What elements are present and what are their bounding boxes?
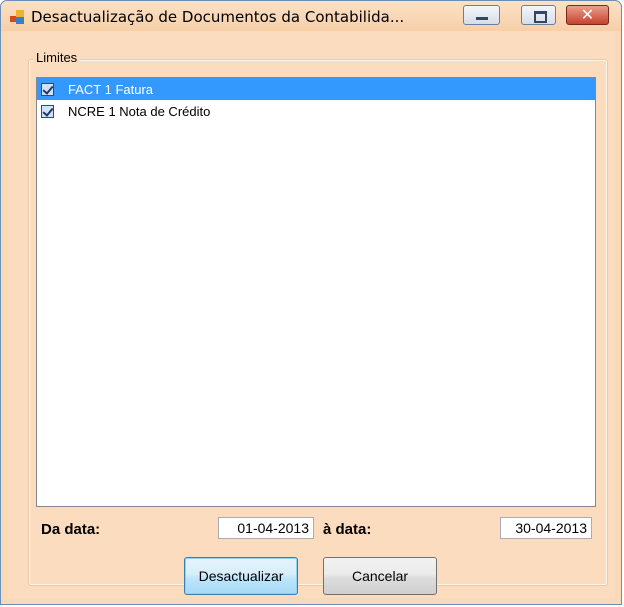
app-icon bbox=[10, 10, 24, 24]
to-date-input[interactable] bbox=[500, 517, 592, 539]
list-item[interactable]: NCRE 1 Nota de Crédito bbox=[37, 100, 595, 122]
cancel-button[interactable]: Cancelar bbox=[323, 557, 437, 595]
list-item-label: FACT 1 Fatura bbox=[68, 81, 154, 97]
list-item[interactable]: FACT 1 Fatura bbox=[37, 78, 595, 100]
dialog-window: Desactualização de Documentos da Contabi… bbox=[0, 0, 622, 605]
title-bar[interactable]: Desactualização de Documentos da Contabi… bbox=[1, 1, 621, 31]
window-title: Desactualização de Documentos da Contabi… bbox=[31, 8, 405, 26]
to-date-label: à data: bbox=[323, 521, 372, 538]
close-icon: ✕ bbox=[580, 5, 595, 24]
from-date-input[interactable] bbox=[218, 517, 314, 539]
limits-group-label: Limites bbox=[33, 50, 81, 65]
minimize-icon bbox=[476, 17, 488, 20]
maximize-button[interactable] bbox=[521, 5, 556, 25]
minimize-button[interactable] bbox=[463, 5, 500, 25]
from-date-label: Da data: bbox=[41, 521, 101, 538]
dialog-client-area: Limites FACT 1 Fatura NCRE 1 Nota de Cré… bbox=[8, 31, 615, 598]
checkbox-checked-icon[interactable] bbox=[41, 104, 54, 118]
update-button[interactable]: Desactualizar bbox=[184, 557, 298, 595]
checkbox-checked-icon[interactable] bbox=[41, 82, 54, 96]
maximize-icon bbox=[534, 11, 547, 23]
list-item-label: NCRE 1 Nota de Crédito bbox=[68, 103, 211, 119]
document-type-list[interactable]: FACT 1 Fatura NCRE 1 Nota de Crédito bbox=[36, 77, 596, 507]
close-button[interactable]: ✕ bbox=[566, 5, 609, 25]
